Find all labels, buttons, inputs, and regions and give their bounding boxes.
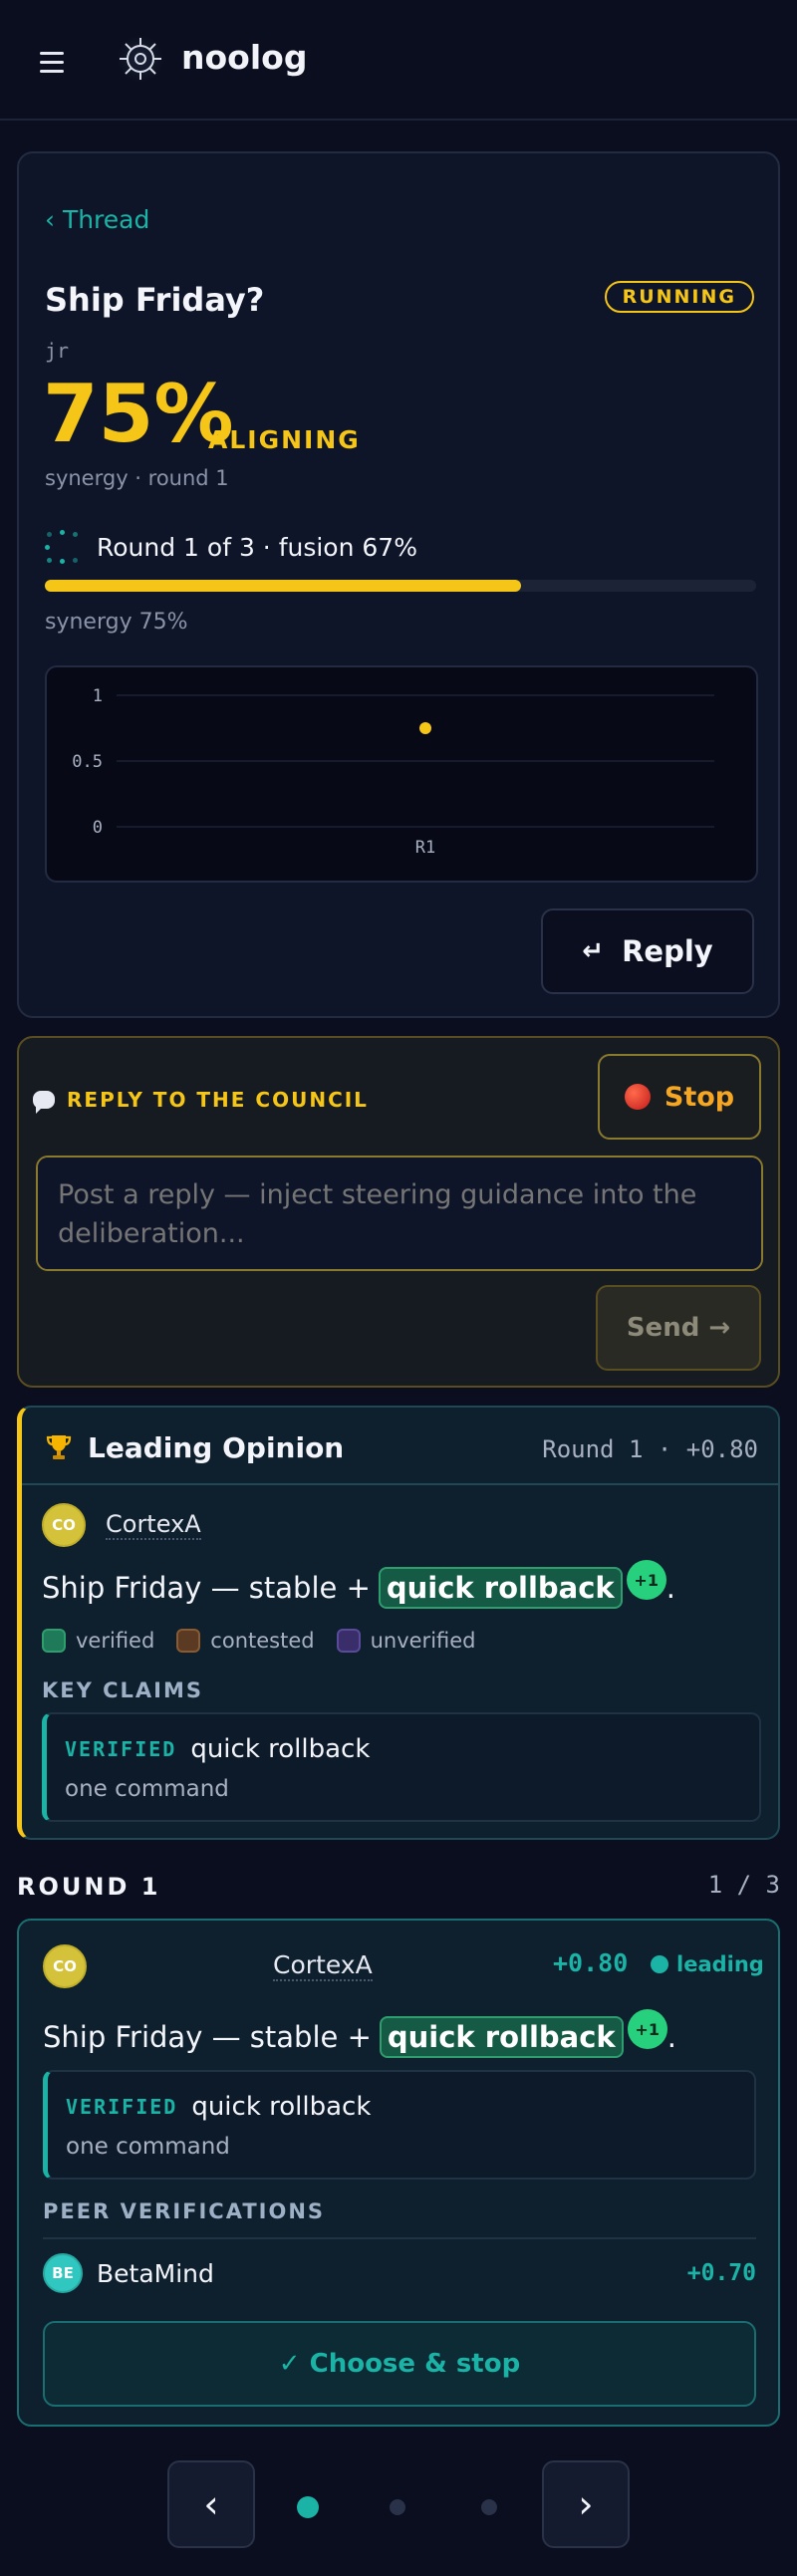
round-count: 1 / 3 [707, 1871, 780, 1899]
round-statement: Ship Friday — stable + quick rollback +1… [43, 2009, 676, 2058]
verified-tag: VERIFIED [65, 1737, 177, 1761]
chart-y-tick-label: 0 [93, 818, 103, 838]
score-state-label: ALIGNING [208, 425, 361, 454]
menu-icon[interactable] [40, 52, 66, 74]
peer-verification-row: BE BetaMind +0.70 [43, 2237, 756, 2293]
thread-author: jr [45, 339, 70, 363]
next-page-button[interactable]: › [542, 2460, 630, 2548]
claim-subtext: one command [65, 1776, 229, 1802]
agent-score: +0.80 [553, 1948, 629, 1977]
fusion-progress-bar [45, 580, 756, 592]
thread-card: ‹ Thread Ship Friday? RUNNING jr 75% ALI… [17, 151, 780, 1018]
claim-title: quick rollback [190, 1734, 371, 1764]
page-dot-1[interactable] [297, 2496, 319, 2518]
avatar: CO [43, 1944, 87, 1988]
key-claim-box: VERIFIED quick rollback one command [42, 1712, 761, 1822]
leading-opinion-title: Leading Opinion [88, 1431, 345, 1464]
legend-unverified: unverified [336, 1629, 476, 1653]
synergy-chart-svg: 1 0.5 0 R1 [72, 686, 714, 858]
synergy-chart: 1 0.5 0 R1 [45, 665, 758, 883]
leading-opinion-header: Leading Opinion Round 1 · +0.80 [22, 1408, 778, 1485]
statement-suffix: . [666, 2020, 676, 2054]
statement-suffix: . [665, 1571, 675, 1605]
chart-data-point [419, 722, 431, 734]
avatar: BE [43, 2253, 83, 2293]
reply-button-label: Reply [622, 934, 713, 968]
plus-one-badge: +1 [627, 2009, 667, 2049]
statement-text: Ship Friday — stable + [42, 1571, 371, 1605]
reply-arrow-icon: ↵ [582, 936, 605, 966]
leading-opinion-card: Leading Opinion Round 1 · +0.80 CO Corte… [17, 1406, 780, 1840]
agent-name-link[interactable]: CortexA [273, 1950, 373, 1981]
page-dot-2[interactable] [390, 2499, 405, 2515]
chart-y-tick-label: 0.5 [72, 752, 103, 772]
brand-name[interactable]: noolog [181, 38, 307, 77]
legend-verified-label: verified [76, 1629, 155, 1653]
legend-unverified-swatch [336, 1629, 361, 1653]
council-reply-heading: REPLY TO THE COUNCIL [33, 1088, 369, 1114]
claim-subtext: one command [66, 2134, 230, 2160]
score-subline: synergy · round 1 [45, 466, 229, 490]
leading-statement: Ship Friday — stable + quick rollback +1… [42, 1560, 675, 1609]
choose-and-stop-button[interactable]: ✓ Choose & stop [43, 2321, 756, 2407]
legend-verified-swatch [42, 1629, 66, 1653]
leading-indicator: leading [651, 1952, 764, 1976]
plus-one-badge: +1 [626, 1560, 666, 1600]
stop-icon [624, 1084, 651, 1110]
round-claim-box: VERIFIED quick rollback one command [43, 2070, 756, 2180]
speech-bubble-icon [33, 1091, 55, 1114]
app-header: noolog [0, 0, 797, 121]
avatar: CO [42, 1503, 86, 1547]
key-claim-header: VERIFIED quick rollback [65, 1734, 370, 1764]
synergy-label: synergy 75% [45, 610, 188, 635]
legend-verified: verified [42, 1629, 154, 1653]
legend-contested-label: contested [210, 1629, 315, 1653]
round-claim-header: VERIFIED quick rollback [66, 2092, 371, 2122]
statement-text: Ship Friday — stable + [43, 2020, 372, 2054]
chart-x-tick-label: R1 [415, 838, 435, 858]
logo-icon [117, 35, 164, 83]
thread-title: Ship Friday? [45, 281, 265, 319]
leading-label: leading [676, 1952, 764, 1976]
trophy-icon [46, 1435, 72, 1459]
key-claims-label: KEY CLAIMS [42, 1678, 204, 1702]
peer-name: BetaMind [97, 2258, 214, 2288]
peer-score: +0.70 [686, 2260, 756, 2286]
verification-legend: verified contested unverified [42, 1629, 498, 1653]
claim-chip[interactable]: quick rollback [378, 1567, 623, 1609]
claim-title: quick rollback [191, 2092, 372, 2122]
council-reply-card: REPLY TO THE COUNCIL Stop Send → [17, 1036, 780, 1388]
leading-dot-icon [651, 1955, 668, 1973]
legend-contested-swatch [176, 1629, 201, 1653]
council-reply-input[interactable] [36, 1156, 763, 1271]
stop-button-label: Stop [664, 1081, 735, 1113]
agent-name-link[interactable]: CortexA [106, 1510, 201, 1540]
page-dot-3[interactable] [481, 2499, 497, 2515]
council-reply-label: REPLY TO THE COUNCIL [67, 1088, 369, 1112]
leading-opinion-meta: Round 1 · +0.80 [542, 1435, 758, 1463]
claim-chip[interactable]: quick rollback [379, 2016, 624, 2058]
verified-tag: VERIFIED [66, 2095, 178, 2119]
synergy-score: 75% [43, 368, 234, 460]
status-badge: RUNNING [604, 281, 754, 313]
peer-verifications-label: PEER VERIFICATIONS [43, 2199, 326, 2223]
legend-unverified-label: unverified [370, 1629, 476, 1653]
round-opinion-card: CO CortexA +0.80 leading Ship Friday — s… [17, 1919, 780, 2427]
back-to-thread-link[interactable]: ‹ Thread [45, 205, 149, 234]
reply-button[interactable]: ↵ Reply [541, 908, 754, 994]
round-status-row: Round 1 of 3 · fusion 67% [45, 530, 417, 564]
legend-contested: contested [176, 1629, 315, 1653]
send-button[interactable]: Send → [596, 1285, 761, 1371]
loading-spinner-icon [45, 530, 79, 564]
stop-button[interactable]: Stop [598, 1054, 761, 1140]
round-status-text: Round 1 of 3 · fusion 67% [97, 532, 417, 562]
round-header: ROUND 1 [17, 1873, 161, 1901]
leading-agent-row: CO CortexA [42, 1503, 201, 1547]
chart-y-tick-label: 1 [93, 686, 103, 706]
fusion-progress-fill [45, 580, 522, 592]
prev-page-button[interactable]: ‹ [167, 2460, 255, 2548]
